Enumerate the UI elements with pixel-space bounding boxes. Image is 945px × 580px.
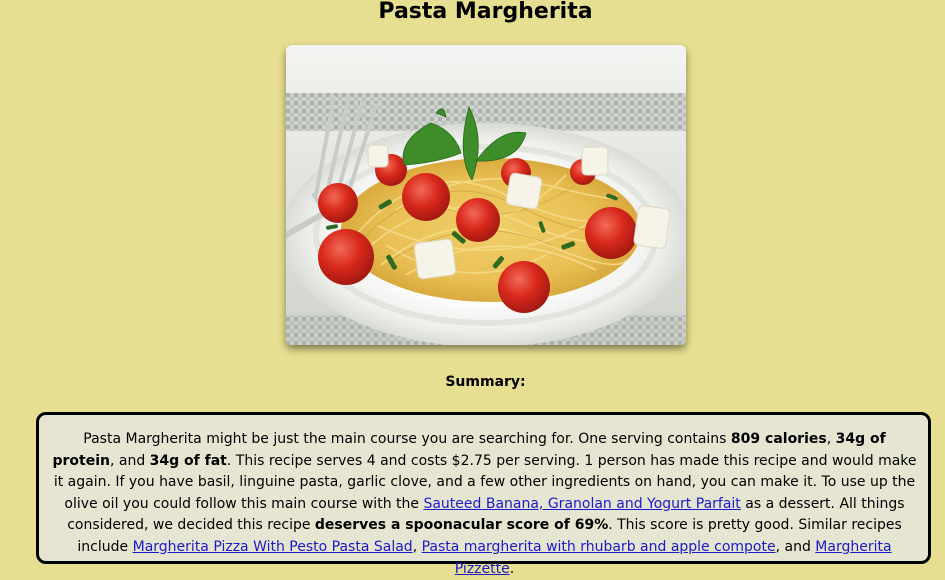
summary-text: , and	[109, 452, 150, 469]
recipe-image	[286, 45, 686, 345]
recipe-page: Pasta Margherita Summary: Pasta Margheri…	[0, 0, 945, 577]
summary-text: Pasta Margherita might be just the main …	[83, 431, 731, 447]
recipe-title: Pasta Margherita	[378, 0, 593, 24]
summary-text: .	[509, 560, 515, 577]
similar-recipe-link-1[interactable]: Margherita Pizza With Pesto Pasta Salad	[133, 539, 413, 555]
summary-text: ,	[826, 431, 836, 447]
summary-text: , and	[775, 538, 816, 555]
fat-value: 34g of fat	[149, 452, 227, 469]
summary-heading: Summary:	[445, 374, 526, 390]
spoonacular-score: deserves a spoonacular score of 69%	[314, 517, 609, 534]
summary-text: ,	[412, 538, 422, 555]
calories-value: 809 calories	[730, 431, 827, 447]
dessert-recipe-link[interactable]: Sauteed Banana, Granolan and Yogurt Parf…	[423, 496, 740, 512]
pasta-photo-illustration	[286, 45, 686, 345]
similar-recipe-link-2[interactable]: Pasta margherita with rhubarb and apple …	[422, 539, 776, 555]
summary-box: Pasta Margherita might be just the main …	[36, 412, 931, 577]
